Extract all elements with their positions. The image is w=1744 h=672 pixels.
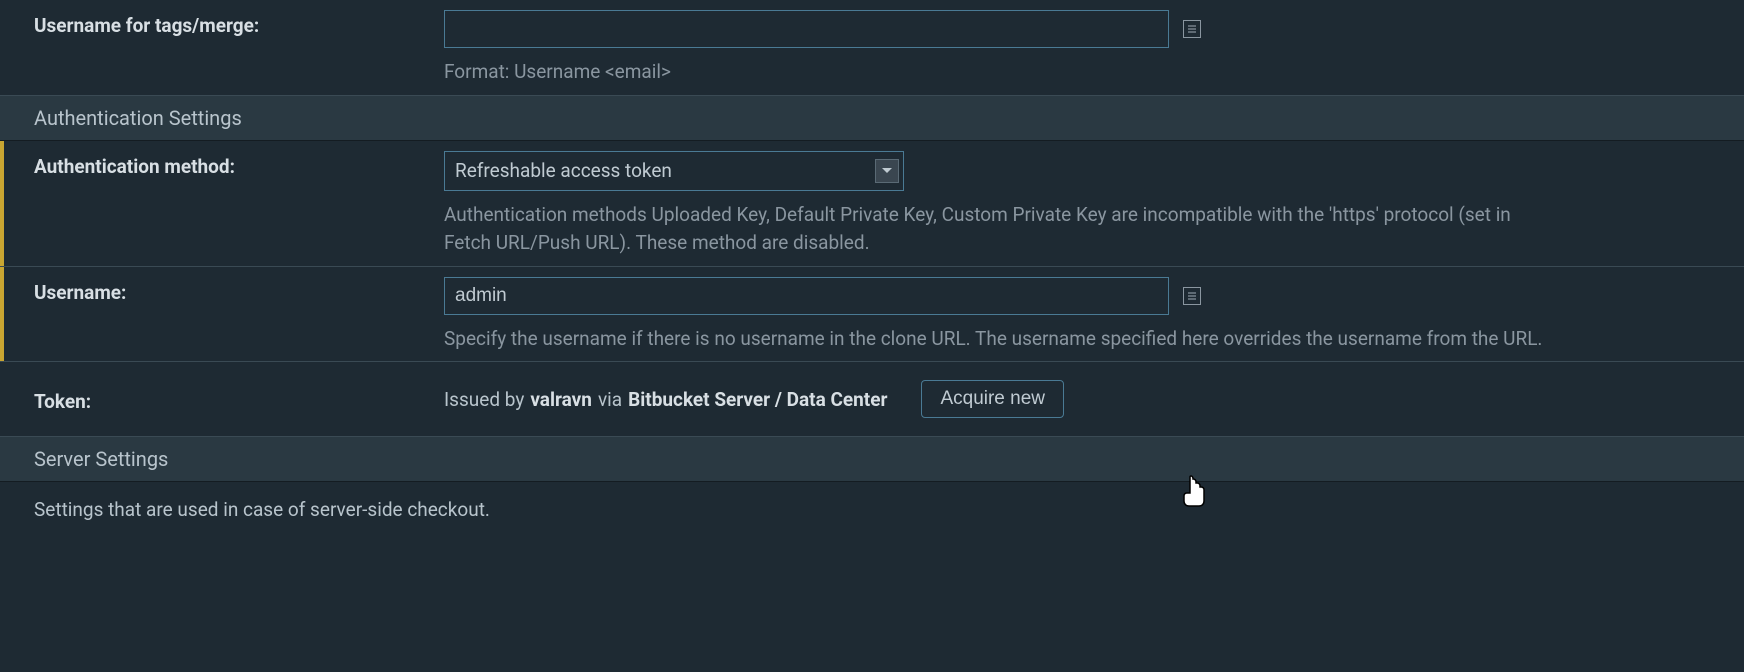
server-settings-header: Server Settings: [0, 436, 1744, 482]
token-provider: Bitbucket Server / Data Center: [628, 388, 887, 411]
list-helper-icon[interactable]: [1183, 20, 1201, 38]
auth-method-hint: Authentication methods Uploaded Key, Def…: [444, 201, 1559, 258]
acquire-new-button[interactable]: Acquire new: [921, 380, 1064, 418]
username-tags-label: Username for tags/merge:: [34, 10, 444, 37]
list-helper-icon[interactable]: [1183, 287, 1201, 305]
username-hint: Specify the username if there is no user…: [444, 325, 1559, 354]
token-row: Token: Issued by valravn via Bitbucket S…: [0, 362, 1744, 436]
auth-method-select[interactable]: Refreshable access token: [444, 151, 904, 191]
username-input[interactable]: [444, 277, 1169, 315]
username-tags-row: Username for tags/merge: Format: Usernam…: [0, 0, 1744, 95]
auth-method-label: Authentication method:: [34, 151, 444, 178]
username-label: Username:: [34, 277, 444, 304]
token-value: Issued by valravn via Bitbucket Server /…: [444, 388, 887, 411]
auth-method-row: Authentication method: Refreshable acces…: [0, 141, 1744, 266]
server-settings-description: Settings that are used in case of server…: [0, 482, 1744, 537]
username-tags-hint: Format: Username <email>: [444, 58, 1559, 87]
token-issuer: valravn: [530, 388, 592, 411]
auth-settings-header: Authentication Settings: [0, 95, 1744, 141]
auth-method-selected: Refreshable access token: [455, 159, 672, 182]
username-tags-input[interactable]: [444, 10, 1169, 48]
token-label: Token:: [34, 386, 444, 413]
dropdown-arrow-icon: [875, 159, 899, 183]
username-row: Username: Specify the username if there …: [0, 267, 1744, 362]
